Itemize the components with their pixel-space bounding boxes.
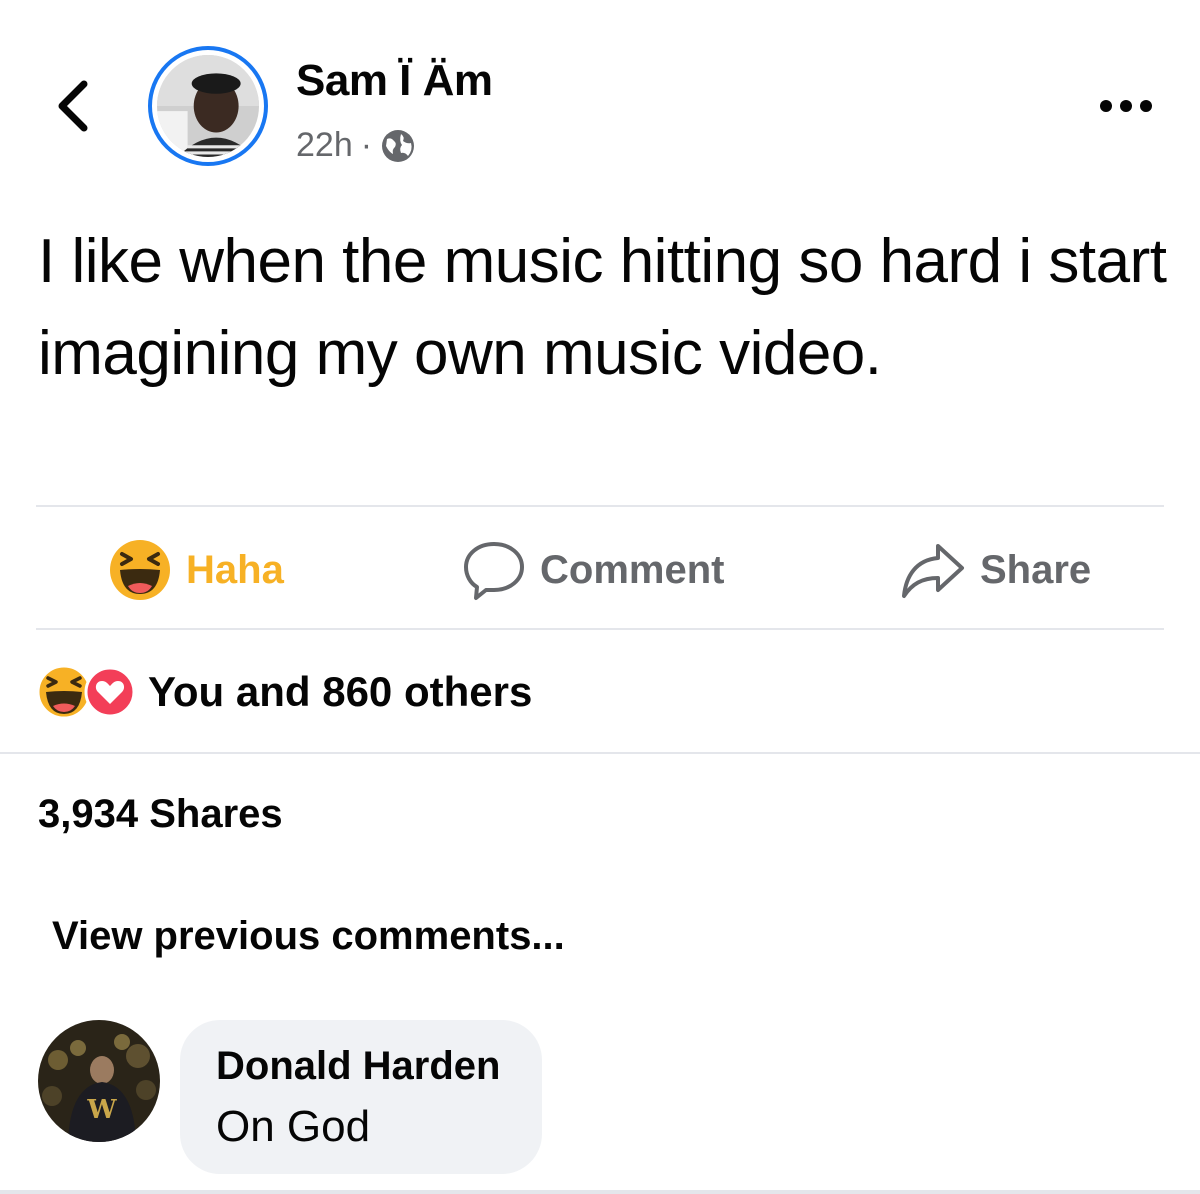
haha-icon [110, 540, 170, 600]
share-icon [902, 544, 964, 598]
section-divider [0, 752, 1200, 754]
author-name[interactable]: Sam Ï Äm [296, 56, 493, 106]
comment-text: On God [216, 1102, 371, 1151]
chevron-left-icon [58, 80, 88, 132]
share-label: Share [980, 547, 1092, 592]
post-time[interactable]: 22h [296, 126, 353, 165]
reactions-summary[interactable]: You and 860 others [36, 664, 532, 720]
author-avatar[interactable] [148, 46, 268, 166]
author-avatar-image [157, 55, 259, 157]
svg-text:W: W [86, 1095, 117, 1125]
commenter-avatar[interactable]: W [38, 1020, 160, 1142]
comment-icon [464, 542, 524, 600]
share-count[interactable]: 3,934 Shares [38, 792, 283, 837]
back-button[interactable] [52, 78, 92, 134]
haha-label: Haha [186, 547, 284, 592]
bottom-border [0, 1190, 1200, 1194]
comment-button[interactable]: Comment [462, 536, 724, 604]
divider [36, 505, 1164, 507]
reaction-count: You and 860 others [148, 668, 533, 715]
more-dots-icon [1100, 100, 1152, 112]
commenter-avatar-image: W [38, 1020, 160, 1142]
view-previous-comments-link[interactable]: View previous comments... [52, 914, 565, 959]
comment-author[interactable]: Donald Harden [216, 1044, 500, 1089]
post-meta: 22h · [296, 126, 416, 165]
meta-separator: · [360, 126, 373, 164]
globe-icon [382, 129, 415, 162]
divider [36, 628, 1164, 630]
love-icon [84, 666, 136, 718]
share-button[interactable]: Share [900, 536, 1091, 604]
more-options-button[interactable] [1096, 92, 1156, 120]
haha-reaction-button[interactable]: Haha [108, 536, 284, 604]
comment-label: Comment [540, 547, 725, 592]
post-text: I like when the music hitting so hard i … [38, 227, 1167, 388]
